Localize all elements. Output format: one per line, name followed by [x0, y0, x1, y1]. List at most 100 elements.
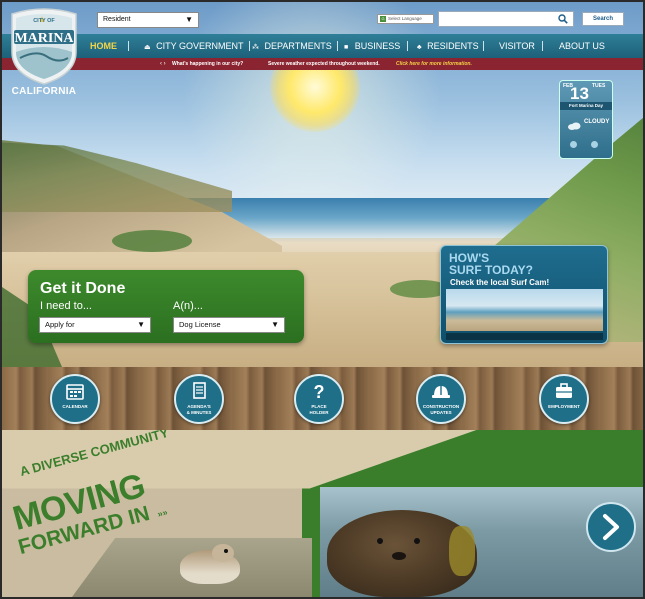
language-select[interactable]: G Select Language	[377, 14, 434, 24]
surf-cam-headline: HOW'S SURF TODAY?	[449, 252, 533, 276]
quick-link-line: & MINUTES	[186, 409, 212, 415]
weather-weekday: TUES	[592, 83, 606, 89]
next-slide-button[interactable]	[586, 502, 636, 552]
nav-item-label: CITY GOVERNMENT	[156, 41, 244, 51]
city-logo[interactable]: CITY OF MARINA CALIFORNIA	[6, 6, 80, 98]
nav-item-residents[interactable]: ♣ RESIDENTS	[417, 34, 479, 58]
feature-banner: A DIVERSE COMMUNITY MOVING FORWARD IN »»	[2, 430, 643, 597]
weather-day: 13	[570, 84, 589, 103]
need-to-label: I need to...	[40, 300, 92, 312]
quick-link-line: CONSTRUCTION	[422, 404, 460, 409]
plover-eye	[224, 549, 228, 553]
weather-location: Fort Marina Day	[560, 102, 612, 110]
people-icon: ♣	[417, 44, 422, 51]
nav-item-business[interactable]: ■ BUSINESS	[344, 34, 400, 58]
weather-widget[interactable]: FEB TUES 13 Fort Marina Day CLOUDY	[559, 80, 613, 159]
weather-detail-icon	[591, 141, 598, 148]
alert-message: Severe weather expected throughout weeke…	[268, 61, 380, 67]
nav-item-city-government[interactable]: ⏏ CITY GOVERNMENT	[144, 34, 243, 58]
quick-link-label: CONSTRUCTION UPDATES	[418, 404, 464, 415]
an-label: A(n)...	[173, 300, 203, 312]
nav-divider	[249, 41, 250, 51]
need-to-select-value: Apply for	[45, 320, 75, 329]
calendar-icon	[66, 384, 84, 400]
quick-link-label: CALENDAR	[52, 404, 98, 410]
audience-select[interactable]: Resident ▼	[97, 12, 199, 28]
otter-eye	[414, 538, 420, 544]
quick-link-label: AGENDA'S & MINUTES	[176, 404, 222, 415]
briefcase-icon	[556, 383, 572, 398]
an-select-value: Dog License	[179, 320, 221, 329]
nav-item-departments[interactable]: ⁂ DEPARTMENTS	[252, 34, 332, 58]
search-input[interactable]	[438, 11, 574, 27]
nav-item-visitor[interactable]: VISITOR	[499, 34, 535, 58]
feature-tagline-arrows: »»	[156, 506, 169, 520]
nav-item-label: DEPARTMENTS	[264, 41, 332, 51]
weather-detail-icon	[570, 141, 577, 148]
cloud-icon	[568, 122, 581, 130]
question-icon: ?	[314, 382, 325, 400]
logo-lettering: CITY OF MARINA	[14, 18, 74, 46]
surf-cam-line2: SURF TODAY?	[449, 263, 534, 277]
main-nav: HOME ⏏ CITY GOVERNMENT ⁂ DEPARTMENTS ■ B…	[2, 34, 643, 58]
shrub	[112, 230, 192, 252]
quick-link-construction[interactable]: CONSTRUCTION UPDATES	[416, 374, 466, 424]
get-it-done-panel: Get it Done I need to... A(n)... Apply f…	[28, 270, 304, 343]
search-icon[interactable]	[558, 14, 568, 24]
nav-divider	[542, 41, 543, 51]
nav-divider	[128, 41, 129, 51]
nav-item-home[interactable]: HOME	[90, 34, 117, 58]
surf-cam-subtitle: Check the local Surf Cam!	[450, 278, 550, 287]
top-bar: Resident ▼ G Select Language Search	[2, 2, 643, 34]
chevron-right-icon	[603, 514, 619, 540]
chevron-down-icon: ▼	[137, 320, 145, 329]
language-select-label: Select Language	[388, 16, 422, 21]
quick-link-line: CALENDAR	[62, 404, 88, 409]
svg-text:MARINA: MARINA	[14, 31, 74, 46]
logo-state: CALIFORNIA	[11, 86, 77, 97]
get-it-done-title: Get it Done	[40, 280, 126, 297]
need-to-select[interactable]: Apply for ▼	[39, 317, 151, 333]
quick-link-line: PLACE	[311, 404, 327, 409]
an-select[interactable]: Dog License ▼	[173, 317, 285, 333]
chevron-down-icon: ▼	[185, 15, 193, 24]
nav-item-about-us[interactable]: ABOUT US	[559, 34, 605, 58]
nav-item-label: RESIDENTS	[427, 41, 479, 51]
quick-link-line: EMPLOYMENT	[548, 404, 580, 409]
surf-cam-controls[interactable]	[446, 333, 603, 340]
alert-lead: What's happening in our city?	[172, 61, 244, 67]
quick-link-line: HOLDER	[309, 409, 329, 415]
weather-condition: CLOUDY	[584, 119, 610, 125]
document-icon	[193, 382, 206, 399]
page: Resident ▼ G Select Language Search HOME…	[2, 2, 643, 597]
otter-nose	[392, 552, 406, 560]
kelp	[449, 526, 475, 576]
capitol-icon: ⏏	[144, 44, 151, 51]
nav-divider	[483, 41, 484, 51]
svg-text:?: ?	[314, 382, 325, 400]
surf-cam-widget[interactable]: HOW'S SURF TODAY? Check the local Surf C…	[440, 245, 608, 344]
ticker-arrows-icon[interactable]: ‹ ›	[160, 58, 166, 70]
quick-link-calendar[interactable]: CALENDAR	[50, 374, 100, 424]
surf-cam-image	[446, 289, 603, 331]
quick-links-band: CALENDAR AGENDA'S & MINUTES ? PLACE HOLD…	[2, 367, 643, 430]
audience-select-value: Resident	[103, 16, 131, 23]
quick-link-label: EMPLOYMENT	[541, 404, 587, 410]
quick-link-employment[interactable]: EMPLOYMENT	[539, 374, 589, 424]
nav-item-label: BUSINESS	[354, 41, 401, 51]
alert-ticker: ‹ › What's happening in our city? Severe…	[2, 58, 643, 70]
quick-link-line: AGENDA'S	[187, 404, 211, 409]
plover-head	[212, 544, 234, 562]
network-icon: ⁂	[252, 44, 259, 51]
otter-eye	[377, 538, 383, 544]
chevron-down-icon: ▼	[271, 320, 279, 329]
nav-divider	[407, 41, 408, 51]
alert-link[interactable]: Click here for more information.	[396, 58, 472, 70]
nav-divider	[337, 41, 338, 51]
hard-hat-icon	[432, 386, 450, 398]
google-translate-icon: G	[380, 16, 386, 22]
quick-link-place-holder[interactable]: ? PLACE HOLDER	[294, 374, 344, 424]
quick-link-agendas[interactable]: AGENDA'S & MINUTES	[174, 374, 224, 424]
search-button[interactable]: Search	[582, 12, 624, 26]
quick-link-label: PLACE HOLDER	[296, 404, 342, 415]
